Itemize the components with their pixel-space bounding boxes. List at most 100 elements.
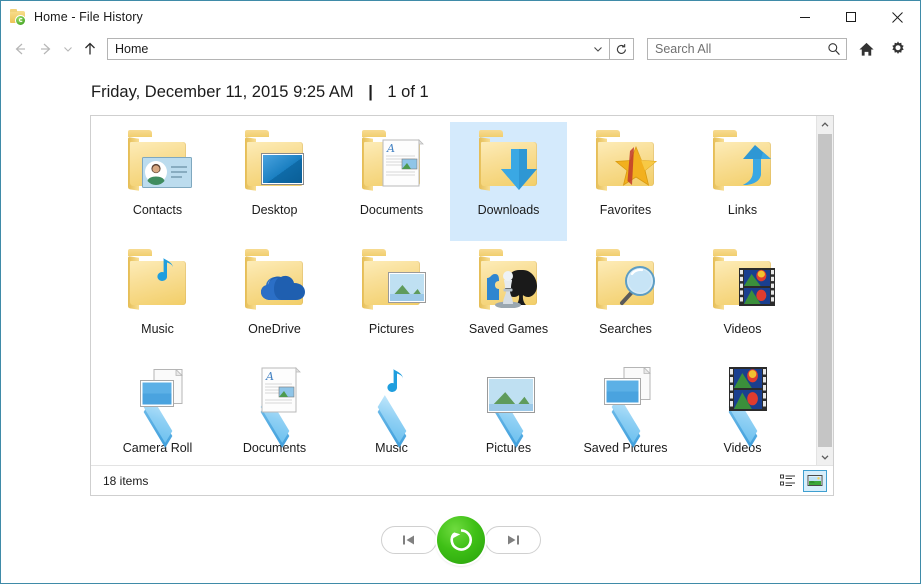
minimize-icon[interactable] — [782, 1, 828, 33]
library-videos-icon — [707, 365, 779, 448]
folder-downloads-icon — [473, 127, 545, 201]
item-row: Contacts Desktop A Documents Downloads Favori… — [99, 122, 816, 241]
window-title: Home - File History — [34, 10, 143, 24]
item-grid: Contacts Desktop A Documents Downloads Favori… — [91, 116, 816, 465]
forward-icon[interactable] — [33, 36, 59, 62]
grid-item-label: Pictures — [368, 322, 415, 336]
grid-item-label: Contacts — [132, 203, 183, 217]
address-chevron-down-icon[interactable] — [587, 39, 609, 59]
folder-pictures-icon — [356, 246, 428, 320]
grid-item-label: Camera Roll — [122, 441, 193, 455]
vertical-scrollbar[interactable] — [816, 116, 833, 465]
grid-item-label: Music — [141, 322, 174, 336]
grid-item-label: Saved Pictures — [583, 441, 668, 455]
grid-item-onedrive[interactable]: OneDrive — [216, 241, 333, 360]
folder-searches-icon — [590, 246, 662, 320]
library-pictures-icon — [473, 365, 545, 448]
grid-item-desktop[interactable]: Desktop — [216, 122, 333, 241]
grid-item-documents[interactable]: A Documents — [333, 122, 450, 241]
grid-item-label: Videos — [723, 322, 762, 336]
grid-item-saved-pictures[interactable]: Saved Pictures — [567, 360, 684, 465]
search-input[interactable]: Search All — [648, 42, 822, 56]
file-history-window: Home - File History Home Search All Frid… — [0, 0, 921, 584]
address-bar[interactable]: Home — [107, 38, 610, 60]
grid-item-downloads[interactable]: Downloads — [450, 122, 567, 241]
library-saved-pictures-icon — [590, 365, 662, 448]
grid-item-videos[interactable]: Videos — [684, 241, 801, 360]
folder-links-icon — [707, 127, 779, 201]
folder-documents-icon: A — [356, 127, 428, 201]
grid-item-label: Favorites — [599, 203, 652, 217]
up-icon[interactable] — [77, 36, 103, 62]
close-icon[interactable] — [874, 1, 920, 33]
details-view-icon[interactable] — [776, 470, 800, 492]
recent-locations-chevron-down-icon[interactable] — [59, 36, 77, 62]
address-text: Home — [115, 42, 149, 56]
history-date: Friday, December 11, 2015 9:25 AM — [91, 83, 354, 101]
grid-item-label: OneDrive — [248, 322, 301, 336]
date-header: Friday, December 11, 2015 9:25 AM | 1 of… — [1, 65, 920, 115]
grid-item-camera-roll[interactable]: Camera Roll — [99, 360, 216, 465]
restore-control-group — [380, 515, 541, 564]
grid-item-label: Documents — [242, 441, 307, 455]
next-version-button[interactable] — [484, 525, 541, 554]
grid-item-documents[interactable]: A Documents — [216, 360, 333, 465]
grid-item-pictures[interactable]: Pictures — [333, 241, 450, 360]
maximize-icon[interactable] — [828, 1, 874, 33]
status-bar: 18 items — [91, 465, 833, 495]
grid-item-label: Links — [727, 203, 758, 217]
grid-item-label: Saved Games — [468, 322, 549, 336]
scroll-down-icon[interactable] — [817, 448, 833, 465]
scrollbar-track[interactable] — [817, 133, 833, 448]
grid-item-label: Music — [375, 441, 408, 455]
grid-item-saved-games[interactable]: Saved Games — [450, 241, 567, 360]
item-row: Music OneDrive Pictures Saved Games Searches… — [99, 241, 816, 360]
panel-body: Contacts Desktop A Documents Downloads Favori… — [91, 116, 833, 465]
content-panel-wrapper: Contacts Desktop A Documents Downloads Favori… — [1, 115, 920, 496]
scroll-up-icon[interactable] — [817, 116, 833, 133]
folder-desktop-icon — [239, 127, 311, 201]
grid-item-label: Pictures — [485, 441, 532, 455]
gear-icon[interactable] — [885, 36, 911, 62]
header-separator: | — [368, 83, 373, 101]
search-box[interactable]: Search All — [647, 38, 847, 60]
title-bar: Home - File History — [1, 1, 920, 33]
grid-item-label: Documents — [359, 203, 424, 217]
grid-item-label: Videos — [723, 441, 762, 455]
folder-music-icon — [122, 246, 194, 320]
library-music-icon — [356, 365, 428, 448]
grid-item-label: Searches — [599, 322, 652, 336]
back-icon[interactable] — [7, 36, 33, 62]
folder-onedrive-icon — [239, 246, 311, 320]
refresh-icon[interactable] — [610, 38, 634, 60]
folder-videos-icon — [707, 246, 779, 320]
folder-contacts-icon — [122, 127, 194, 201]
file-history-folder-icon — [10, 8, 27, 26]
restore-controls-bar — [1, 496, 920, 583]
folder-saved-games-icon — [473, 246, 545, 320]
library-camera-roll-icon — [122, 365, 194, 448]
previous-version-button[interactable] — [380, 525, 437, 554]
navigation-toolbar: Home Search All — [1, 33, 920, 65]
grid-item-pictures[interactable]: Pictures — [450, 360, 567, 465]
grid-item-music[interactable]: Music — [333, 360, 450, 465]
folder-favorites-icon — [590, 127, 662, 201]
content-panel: Contacts Desktop A Documents Downloads Favori… — [90, 115, 834, 496]
home-icon[interactable] — [853, 36, 879, 62]
grid-item-favorites[interactable]: Favorites — [567, 122, 684, 241]
item-row: Camera Roll A Documents Music Pictures Saved … — [99, 360, 816, 465]
restore-button[interactable] — [436, 515, 485, 564]
grid-item-contacts[interactable]: Contacts — [99, 122, 216, 241]
window-controls — [782, 1, 920, 33]
grid-item-music[interactable]: Music — [99, 241, 216, 360]
search-icon[interactable] — [822, 42, 846, 56]
grid-item-videos[interactable]: Videos — [684, 360, 801, 465]
item-count-label: 18 items — [103, 473, 149, 488]
svg-text:A: A — [265, 370, 274, 383]
scrollbar-thumb[interactable] — [818, 134, 832, 447]
library-documents-icon: A — [239, 365, 311, 448]
grid-item-links[interactable]: Links — [684, 122, 801, 241]
large-icons-view-icon[interactable] — [803, 469, 827, 492]
grid-item-searches[interactable]: Searches — [567, 241, 684, 360]
svg-text:A: A — [386, 142, 395, 155]
